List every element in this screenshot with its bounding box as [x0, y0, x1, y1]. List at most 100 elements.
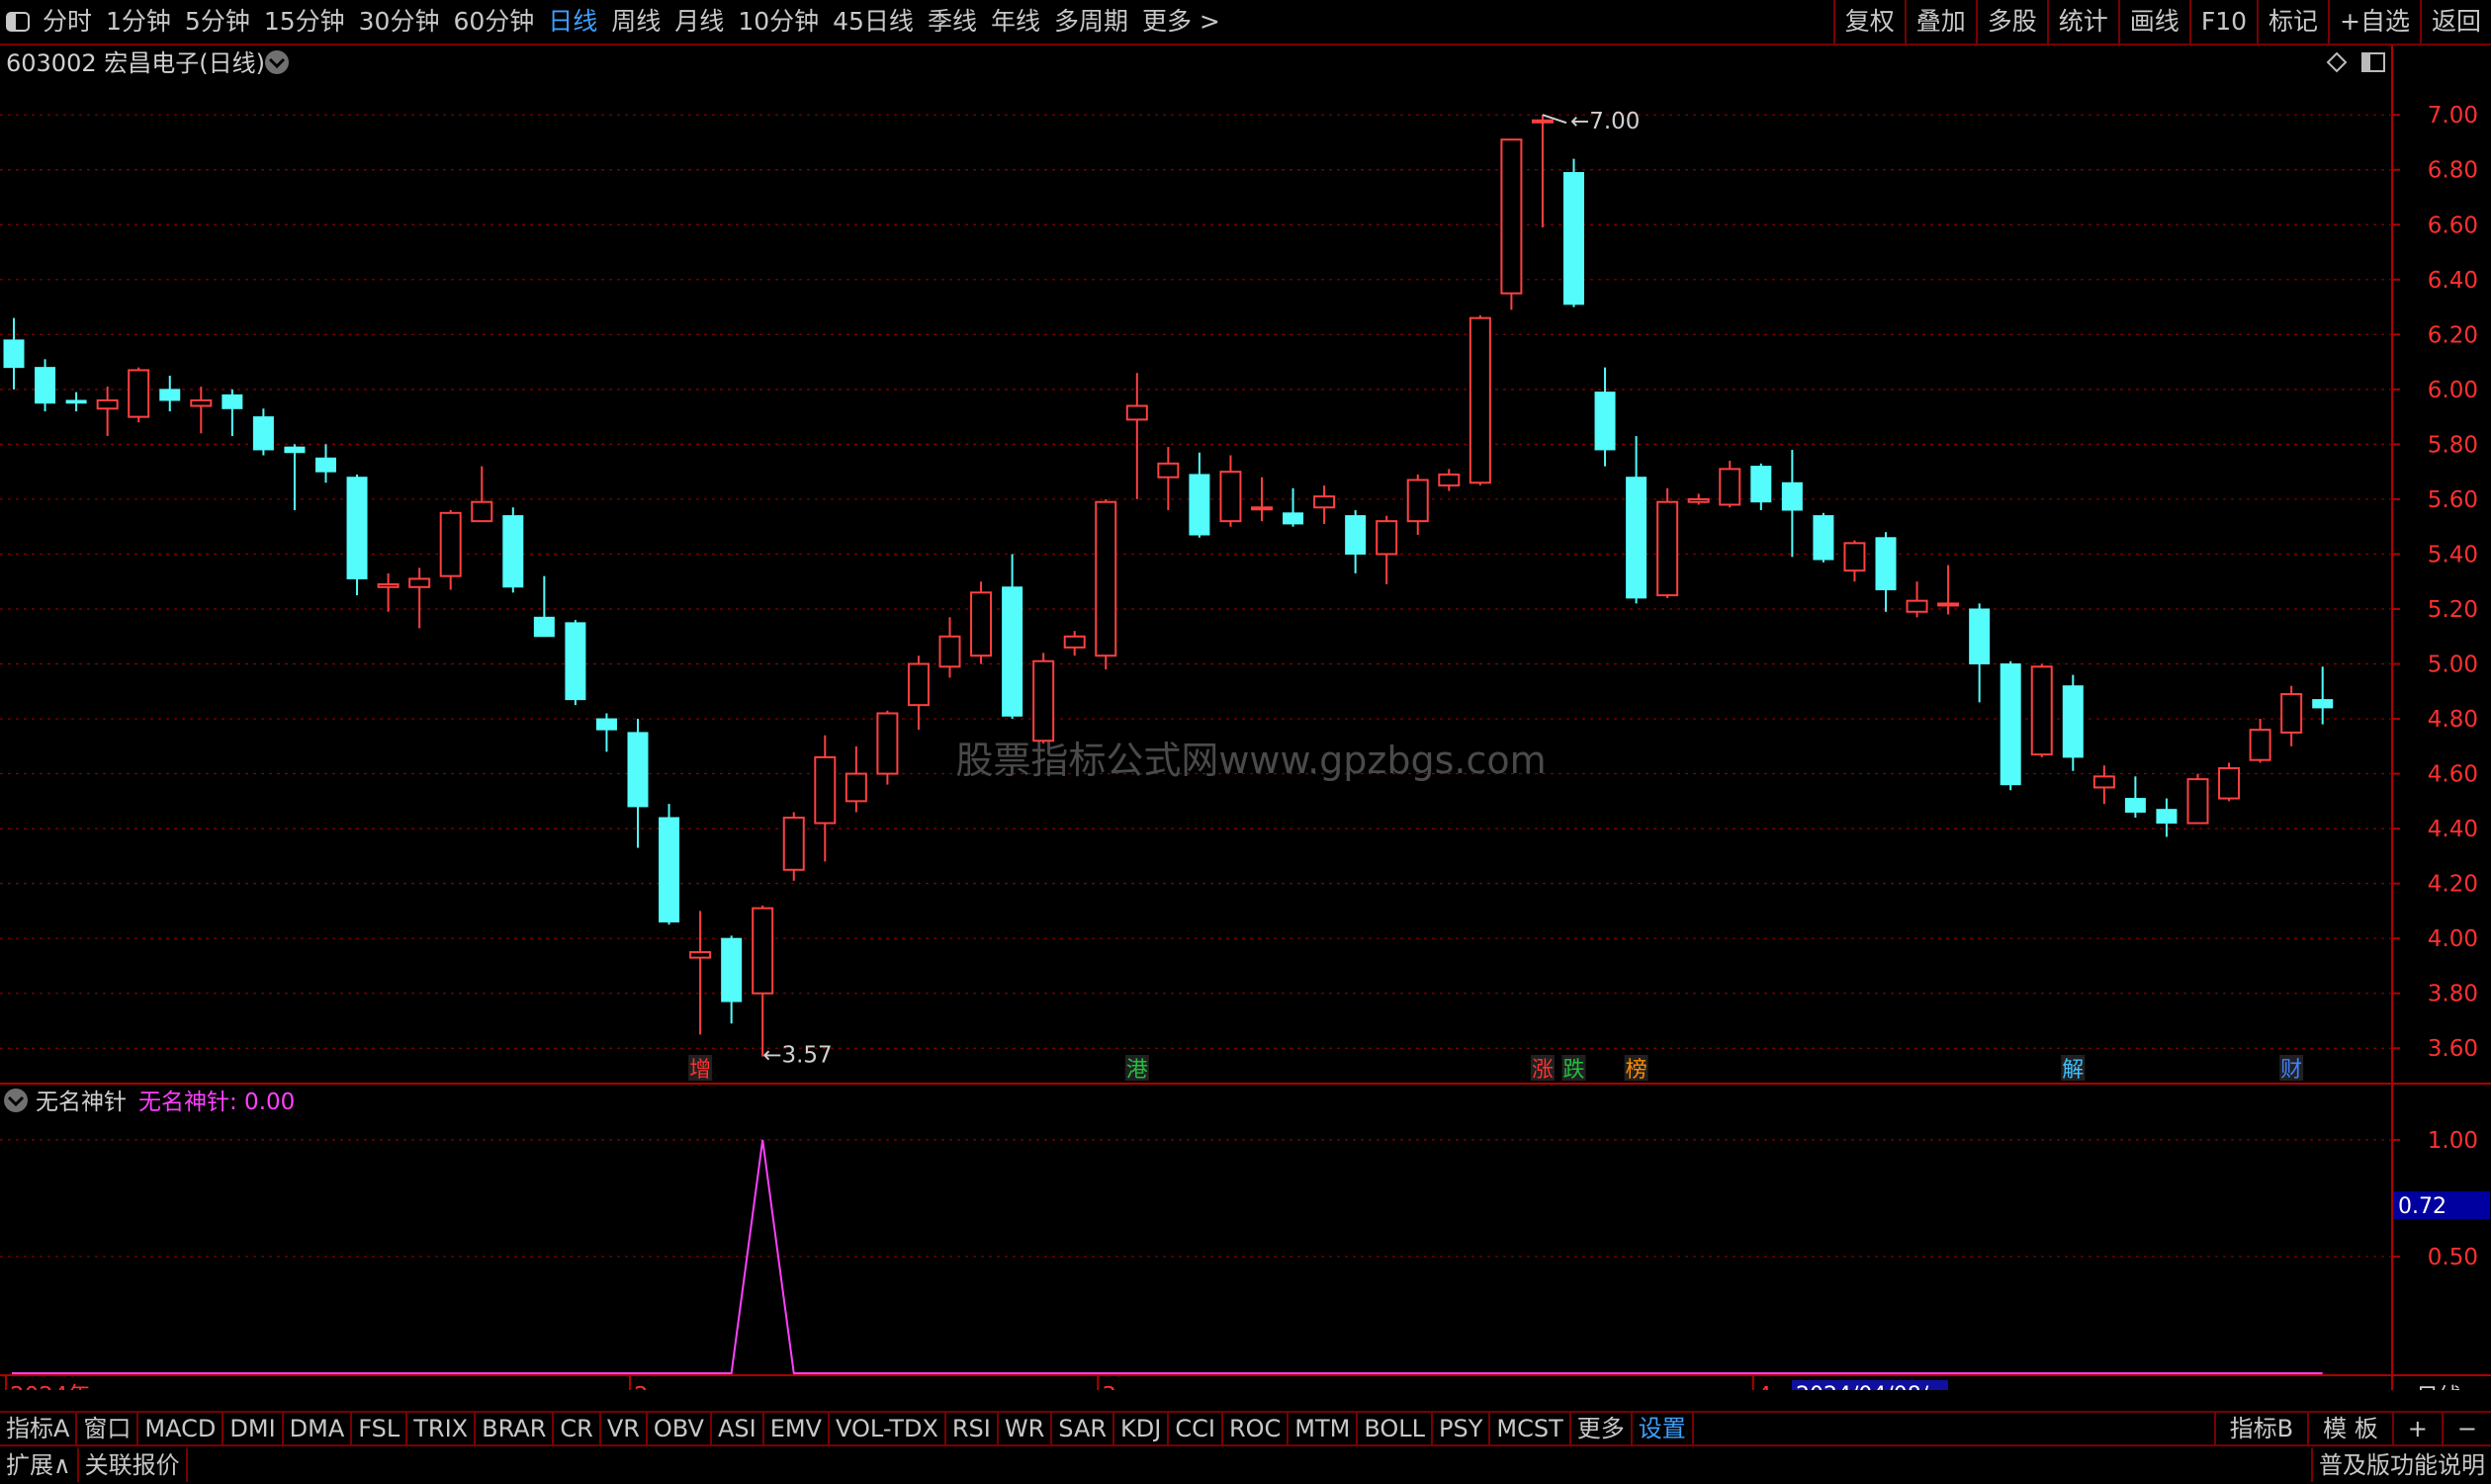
- indicator-tab-item-24[interactable]: 更多: [1571, 1412, 1633, 1445]
- indicator-tab-dma-4[interactable]: DMA: [284, 1412, 353, 1445]
- period-label: 日线: [2416, 1384, 2461, 1390]
- menu-toggle-icon[interactable]: [0, 0, 36, 44]
- event-marker-label: 解: [2062, 1058, 2084, 1083]
- indicator-tab-rsi-14[interactable]: RSI: [946, 1412, 999, 1445]
- toolbar-button-7[interactable]: +自选: [2328, 0, 2420, 44]
- indicator-dropdown-icon[interactable]: [4, 1089, 28, 1112]
- candle-body: [252, 416, 274, 451]
- indicator-tab-kdj-17[interactable]: KDJ: [1114, 1412, 1170, 1445]
- indicator-tab-macd-2[interactable]: MACD: [138, 1412, 224, 1445]
- period-tab-8[interactable]: 月线: [667, 0, 731, 44]
- date-axis: 2024年 2 3 4 2024/04/08/— 日线: [5, 1375, 2461, 1390]
- indicator-tab-cci-18[interactable]: CCI: [1169, 1412, 1223, 1445]
- indicator-right-button-1[interactable]: 模 板: [2307, 1412, 2392, 1445]
- event-marker-0[interactable]: 增: [688, 1055, 713, 1083]
- candlestick-chart[interactable]: 股票指标公式网www.gpzbgs.com ←7.00 ←3.57 增 港 涨跌 榜 解 财…: [0, 45, 2491, 1390]
- indicator-tab-emv-12[interactable]: EMV: [764, 1412, 830, 1445]
- candle-42: [1313, 485, 1336, 524]
- period-tab-5[interactable]: 60分钟: [446, 0, 541, 44]
- candle-37: [1157, 447, 1180, 511]
- event-marker-6[interactable]: 财: [2279, 1055, 2304, 1083]
- event-marker-4[interactable]: 榜: [1624, 1055, 1648, 1083]
- indicator-right-button-2[interactable]: +: [2391, 1412, 2442, 1445]
- indicator-tab-asi-11[interactable]: ASI: [712, 1412, 764, 1445]
- toolbar-button-8[interactable]: 返回: [2419, 0, 2491, 44]
- candle-43: [1345, 510, 1367, 573]
- indicator-right-button-3[interactable]: −: [2441, 1412, 2491, 1445]
- indicator-axis: 1.00 0.50 0.72: [2392, 1128, 2490, 1270]
- period-tab-11[interactable]: 季线: [921, 0, 984, 44]
- candle-body: [1468, 316, 1491, 484]
- date-label: 2024年: [10, 1383, 91, 1390]
- period-tab-10[interactable]: 45日线: [826, 0, 921, 44]
- indicator-tab-item-1[interactable]: 窗口: [77, 1412, 139, 1445]
- period-tab-1[interactable]: 1分钟: [99, 0, 178, 44]
- period-tab-3[interactable]: 15分钟: [257, 0, 352, 44]
- price-tick-label: 5.40: [2428, 542, 2478, 567]
- event-marker-2[interactable]: 涨: [1530, 1055, 1555, 1083]
- indicator-tab-boll-21[interactable]: BOLL: [1358, 1412, 1434, 1445]
- candle-body: [377, 583, 400, 588]
- expand-button[interactable]: 扩展∧: [0, 1448, 79, 1482]
- toolbar-button-3[interactable]: 统计: [2046, 0, 2118, 44]
- indicator-tab-roc-19[interactable]: ROC: [1223, 1412, 1290, 1445]
- indicator-tab-trix-6[interactable]: TRIX: [407, 1412, 477, 1445]
- candle-body: [439, 511, 462, 577]
- period-tab-6[interactable]: 日线: [541, 0, 604, 44]
- indicator-tab-psy-22[interactable]: PSY: [1433, 1412, 1491, 1445]
- indicator-right-button-0[interactable]: 指标B: [2213, 1412, 2307, 1445]
- candle-body: [1781, 481, 1803, 511]
- period-tab-12[interactable]: 年线: [984, 0, 1047, 44]
- indicator-tab-a-0[interactable]: 指标A: [0, 1412, 78, 1445]
- toolbar-button-6[interactable]: 标记: [2257, 0, 2328, 44]
- indicator-tab-cr-8[interactable]: CR: [554, 1412, 601, 1445]
- candle-body: [1875, 537, 1897, 591]
- indicator-tab-sar-16[interactable]: SAR: [1052, 1412, 1115, 1445]
- indicator-tab-vr-9[interactable]: VR: [601, 1412, 648, 1445]
- toolbar-button-5[interactable]: F10: [2188, 0, 2257, 44]
- toolbar-button-2[interactable]: 多股: [1975, 0, 2047, 44]
- indicator-tab-wr-15[interactable]: WR: [999, 1412, 1053, 1445]
- candle-23: [721, 935, 743, 1024]
- period-tab-0[interactable]: 分时: [36, 0, 99, 44]
- period-tab-14[interactable]: 更多 >: [1135, 0, 1227, 44]
- candle-62: [1937, 565, 1960, 615]
- toolbar-button-0[interactable]: 复权: [1832, 0, 1905, 44]
- toolbar-button-1[interactable]: 叠加: [1904, 0, 1976, 44]
- period-tab-9[interactable]: 10分钟: [731, 0, 826, 44]
- panel-icon[interactable]: [2361, 52, 2385, 72]
- candle-body: [659, 817, 680, 923]
- indicator-tab-dmi-3[interactable]: DMI: [223, 1412, 284, 1445]
- candle-body: [1125, 404, 1148, 421]
- indicator-tab-fsl-5[interactable]: FSL: [352, 1412, 408, 1445]
- candle-61: [1906, 581, 1928, 618]
- toolbar-button-4[interactable]: 画线: [2117, 0, 2189, 44]
- candle-body: [1813, 515, 1834, 561]
- indicator-tab-obv-10[interactable]: OBV: [648, 1412, 712, 1445]
- indicator-tab-vol-tdx-13[interactable]: VOL-TDX: [830, 1412, 946, 1445]
- candle-34: [1063, 631, 1086, 656]
- candle-74: [2312, 666, 2334, 725]
- period-tab-2[interactable]: 5分钟: [178, 0, 257, 44]
- title-dropdown-icon[interactable]: [265, 50, 289, 74]
- linked-quote-button[interactable]: 关联报价: [79, 1448, 188, 1482]
- period-tab-4[interactable]: 30分钟: [352, 0, 447, 44]
- candle-20: [627, 719, 649, 848]
- cursor-value-label: 0.72: [2398, 1194, 2447, 1219]
- help-link[interactable]: 普及版功能说明: [2311, 1448, 2491, 1482]
- indicator-tab-item-25[interactable]: 设置: [1633, 1412, 1694, 1445]
- candle-body: [222, 393, 243, 409]
- event-marker-1[interactable]: 港: [1124, 1055, 1149, 1083]
- indicator-tab-mtm-20[interactable]: MTM: [1289, 1412, 1359, 1445]
- candle-7: [222, 389, 243, 437]
- candle-body: [2312, 699, 2334, 709]
- event-marker-5[interactable]: 解: [2061, 1055, 2086, 1083]
- period-tab-13[interactable]: 多周期: [1047, 0, 1135, 44]
- indicator-tab-mcst-23[interactable]: MCST: [1490, 1412, 1571, 1445]
- indicator-tab-brar-7[interactable]: BRAR: [476, 1412, 555, 1445]
- candle-body: [845, 772, 867, 803]
- event-marker-label: 跌: [1562, 1058, 1584, 1083]
- diamond-icon[interactable]: [2326, 51, 2348, 73]
- event-marker-3[interactable]: 跌: [1561, 1055, 1586, 1083]
- period-tab-7[interactable]: 周线: [604, 0, 667, 44]
